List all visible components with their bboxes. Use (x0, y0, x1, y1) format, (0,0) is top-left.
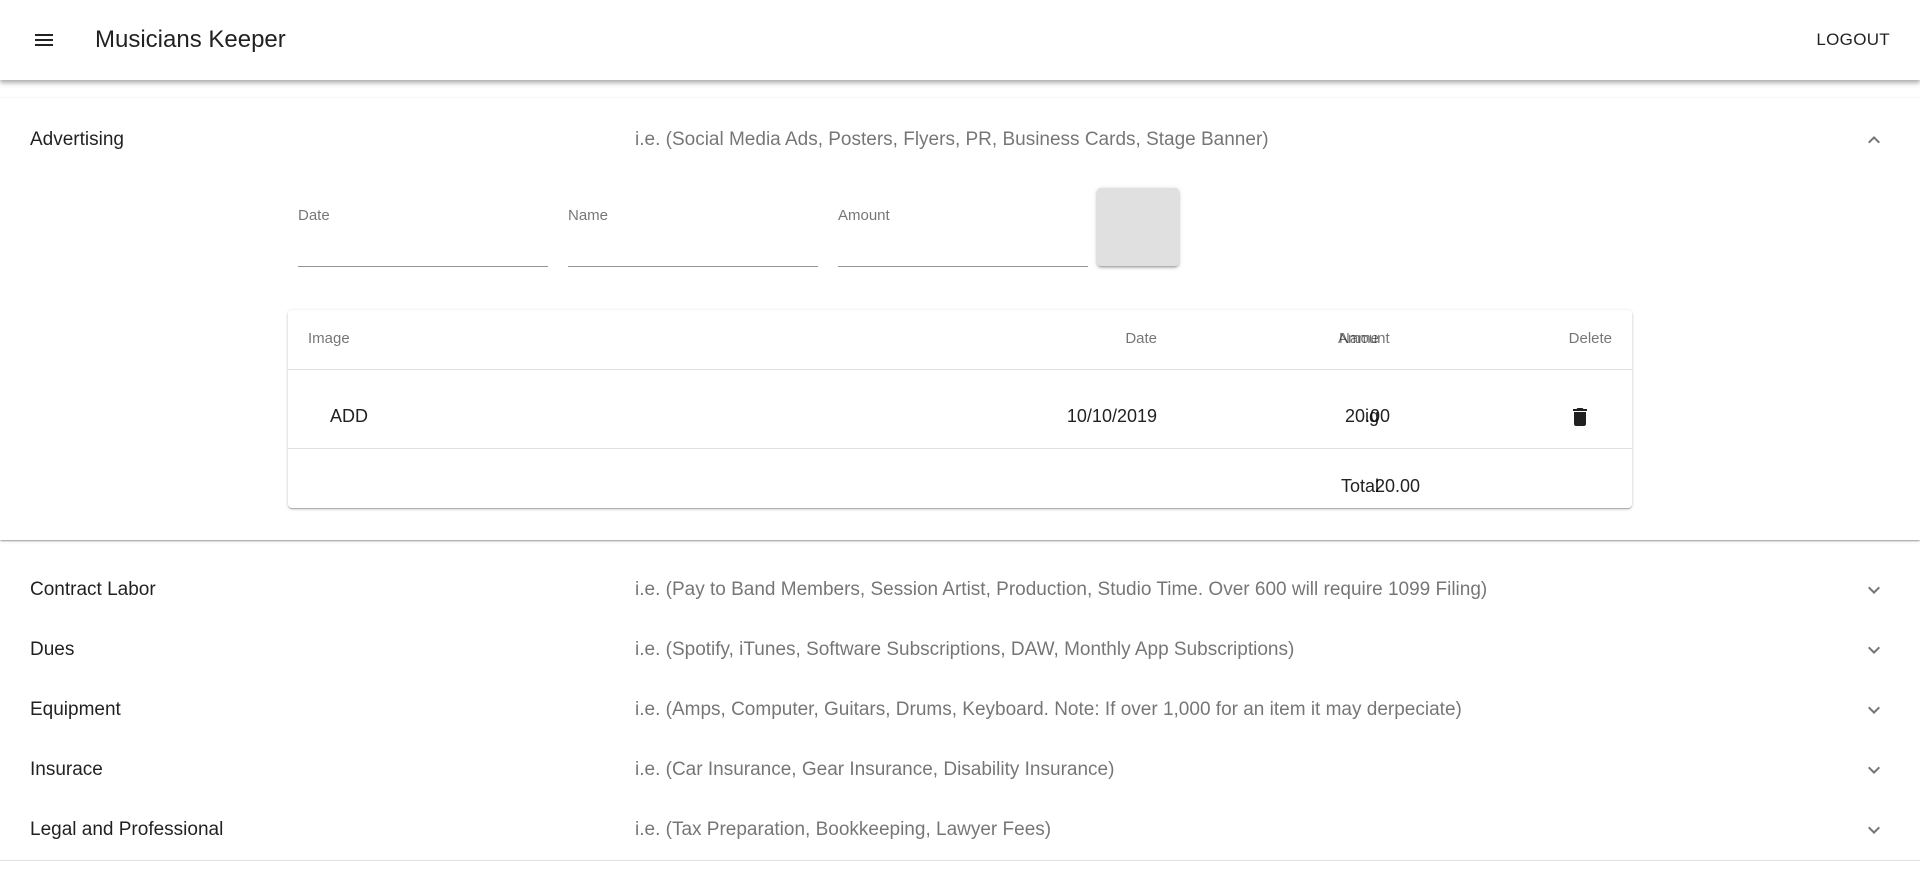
expansion-panel-advertising: Advertising i.e. (Social Media Ads, Post… (0, 98, 1920, 540)
panel-description: i.e. (Tax Preparation, Bookkeeping, Lawy… (635, 819, 1052, 840)
divider (288, 369, 1632, 370)
chevron-down-icon[interactable] (1862, 698, 1886, 722)
expansion-panel-legal-and-professional[interactable]: Legal and Professional i.e. (Tax Prepara… (0, 800, 1920, 860)
name-input[interactable] (568, 229, 818, 267)
panel-description: i.e. (Spotify, iTunes, Software Subscrip… (635, 639, 1295, 660)
chevron-down-icon[interactable] (1862, 638, 1886, 662)
column-header-delete: Delete (1568, 330, 1612, 347)
date-field: Date (298, 207, 548, 269)
menu-icon (35, 34, 53, 46)
trash-icon (1573, 408, 1587, 426)
column-header-date: Date (1125, 330, 1157, 347)
amount-field-label: Amount (838, 207, 890, 224)
date-input[interactable] (298, 229, 548, 267)
chevron-down-icon[interactable] (1862, 758, 1886, 782)
submit-button[interactable] (1097, 188, 1179, 266)
divider (288, 448, 1632, 449)
expansion-panel-contract-labor[interactable]: Contract Labor i.e. (Pay to Band Members… (0, 560, 1920, 620)
total-value: 20.00 (1375, 476, 1421, 496)
panel-heading: Advertising (30, 129, 124, 150)
panel-description: i.e. (Social Media Ads, Posters, Flyers,… (635, 129, 1269, 150)
logout-button[interactable]: LOGOUT (1816, 26, 1890, 54)
panel-heading: Contract Labor (30, 579, 156, 600)
column-header-amount: Amount (1338, 330, 1390, 347)
amount-field: Amount (838, 207, 1088, 269)
panel-heading: Legal and Professional (30, 819, 224, 840)
row-date: 10/10/2019 (1066, 406, 1157, 426)
divider (0, 860, 1920, 861)
chevron-down-icon[interactable] (1862, 578, 1886, 602)
panel-heading: Insurace (30, 759, 103, 780)
panel-description: i.e. (Amps, Computer, Guitars, Drums, Ke… (635, 699, 1462, 720)
expansion-panel-equipment[interactable]: Equipment i.e. (Amps, Computer, Guitars,… (0, 680, 1920, 740)
delete-button[interactable] (1558, 395, 1602, 439)
panel-description: i.e. (Car Insurance, Gear Insurance, Dis… (635, 759, 1115, 780)
panel-heading: Dues (30, 639, 75, 660)
expansion-panel-dues[interactable]: Dues i.e. (Spotify, iTunes, Software Sub… (0, 620, 1920, 680)
app-title: Musicians Keeper (95, 26, 286, 53)
row-amount: 20.00 (1345, 406, 1391, 426)
column-header-image: Image (308, 330, 350, 347)
expansion-panel-insurance[interactable]: Insurace i.e. (Car Insurance, Gear Insur… (0, 740, 1920, 800)
panel-heading: Equipment (30, 699, 121, 720)
date-field-label: Date (298, 207, 330, 224)
panel-description: i.e. (Pay to Band Members, Session Artis… (635, 579, 1488, 600)
expenses-table: Image Date Name Amount Delete ADD 10/10/… (288, 310, 1632, 508)
chevron-down-icon[interactable] (1862, 818, 1886, 842)
name-field-label: Name (568, 207, 609, 224)
name-field: Name (568, 207, 818, 269)
amount-input[interactable] (838, 229, 1088, 267)
chevron-up-icon[interactable] (1862, 128, 1886, 152)
total-label: Total (1340, 476, 1379, 496)
panel-header-advertising[interactable]: Advertising i.e. (Social Media Ads, Post… (0, 110, 1920, 170)
app-bar: Musicians Keeper LOGOUT (0, 0, 1920, 80)
menu-button[interactable] (24, 20, 64, 60)
add-image-button[interactable]: ADD (330, 406, 368, 427)
